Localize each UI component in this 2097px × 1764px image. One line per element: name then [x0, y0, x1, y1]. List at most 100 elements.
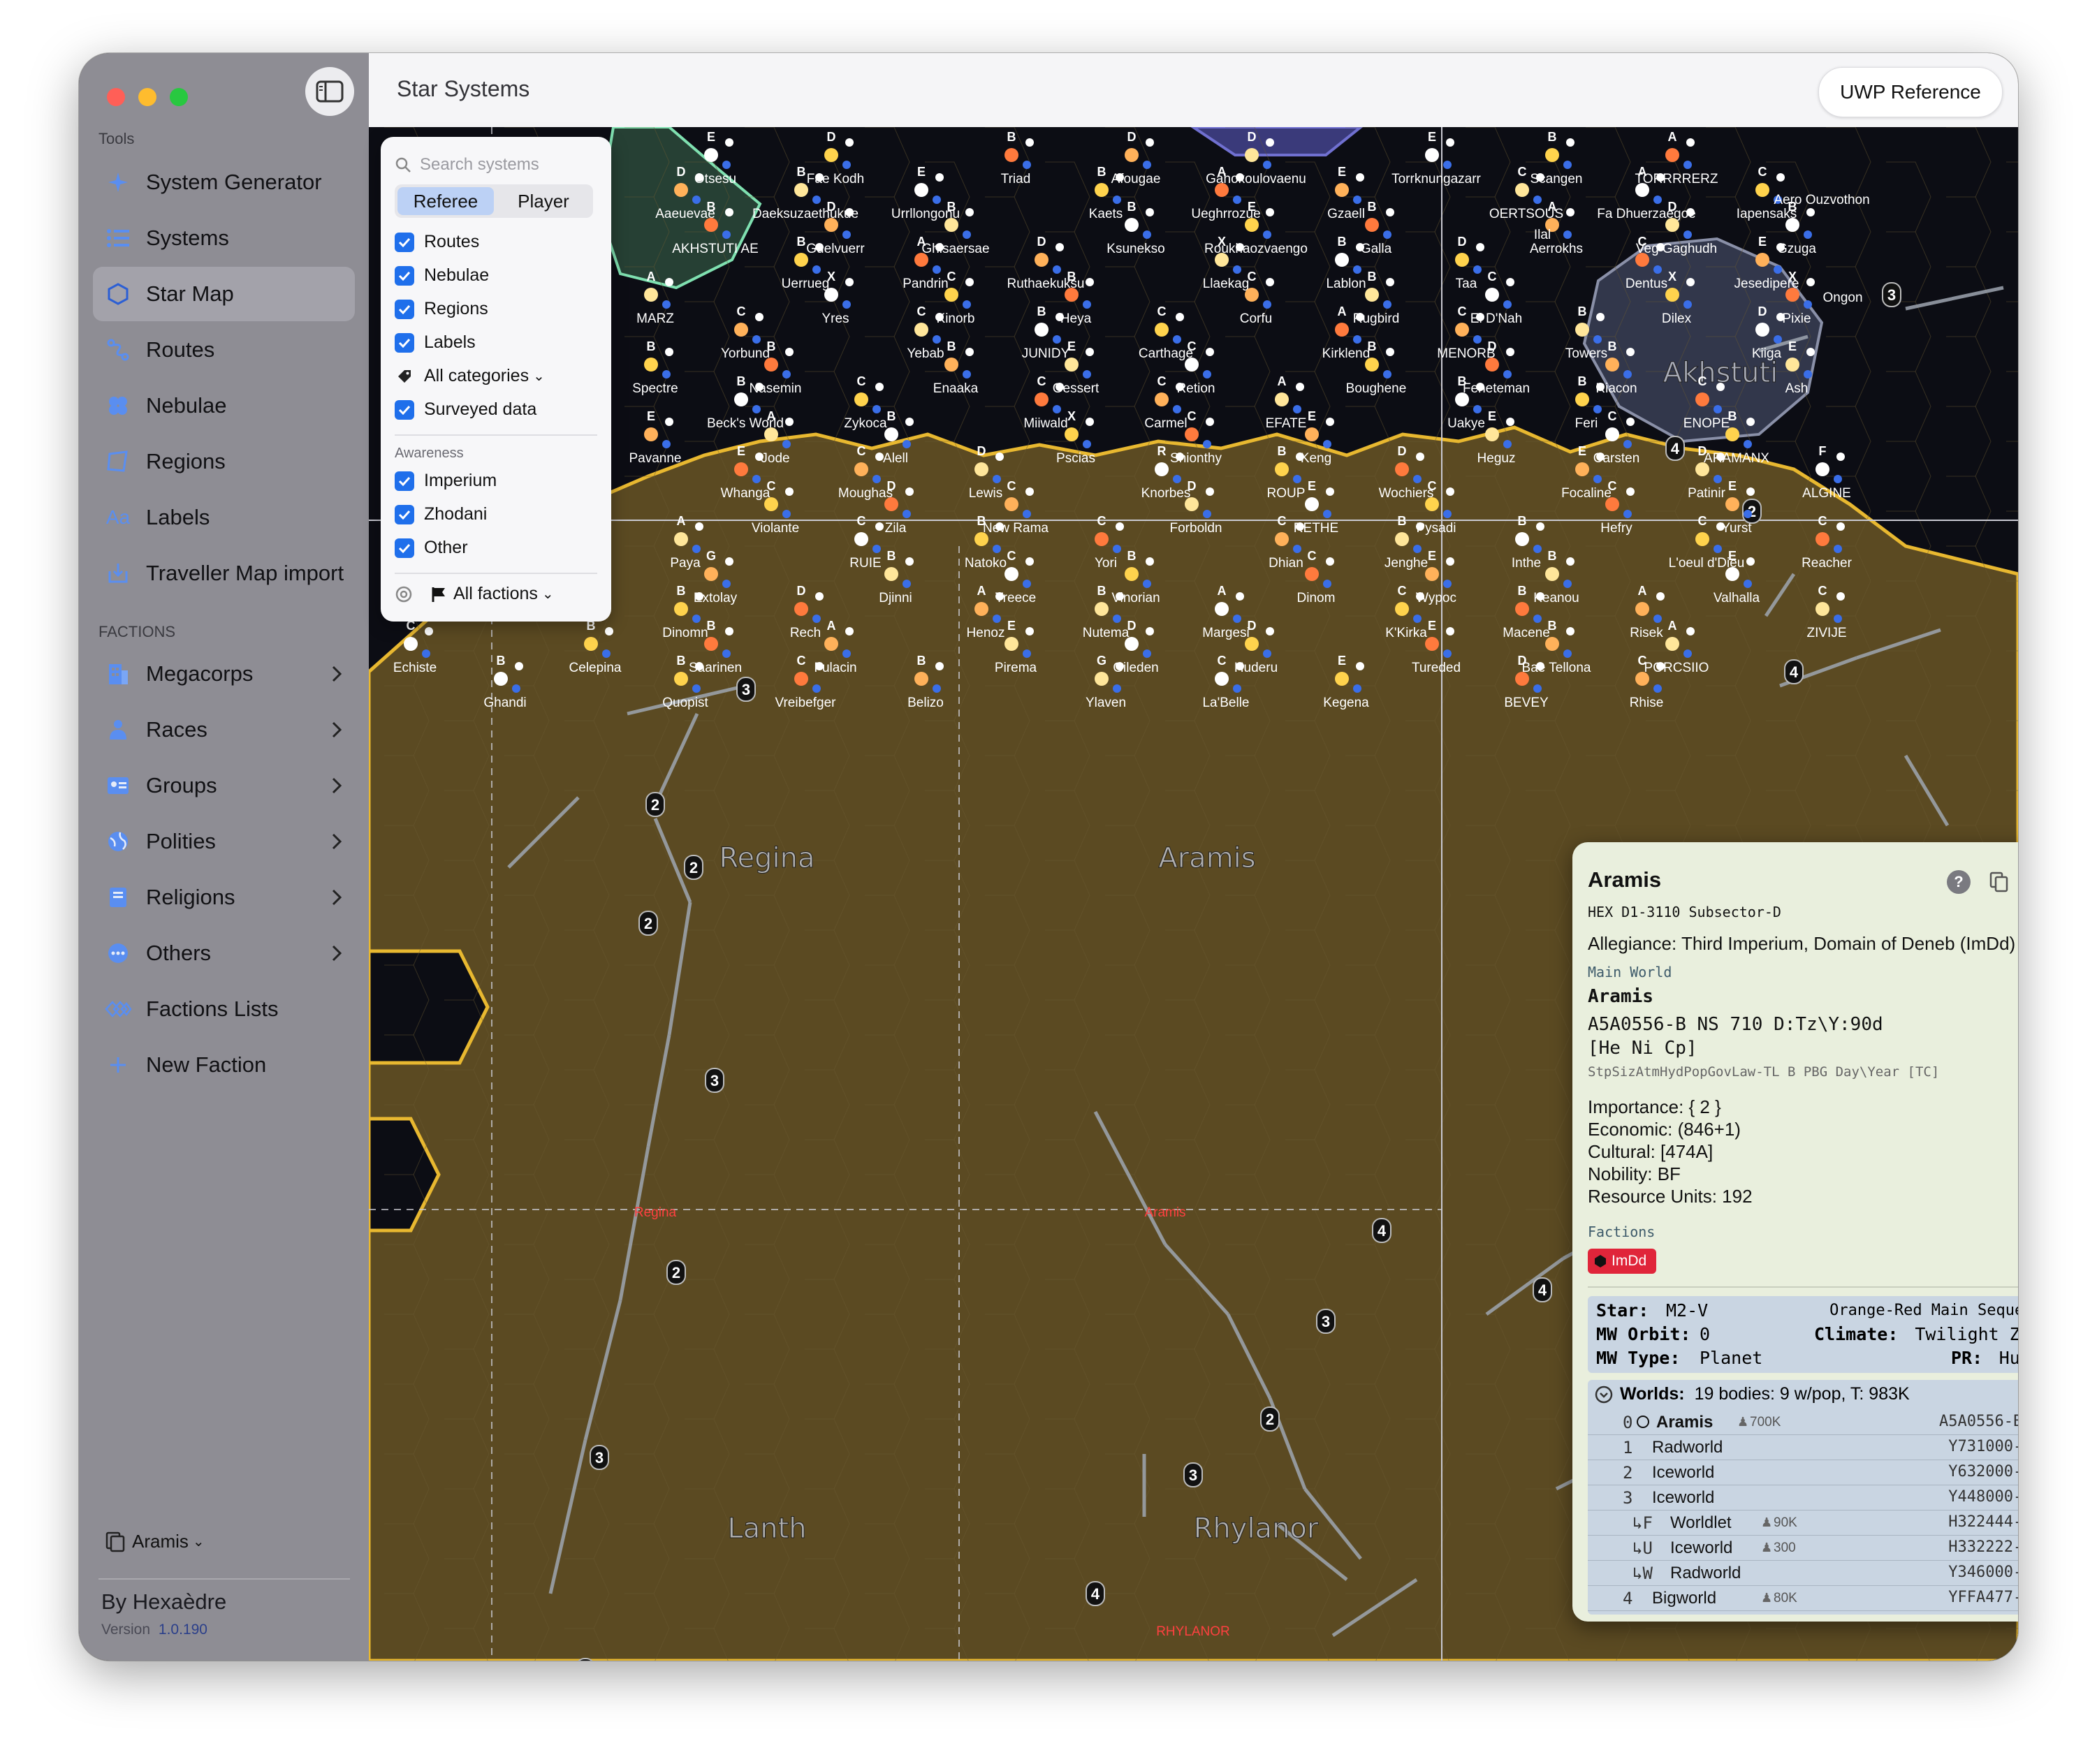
system-name[interactable]: Patinir	[1688, 486, 1726, 501]
system-name[interactable]: Aero Ouzvothon	[1774, 193, 1869, 207]
system-name[interactable]: Jenghe	[1384, 556, 1428, 571]
system-name[interactable]: JUNIDY	[1022, 346, 1070, 361]
star-system-marker[interactable]	[1215, 253, 1229, 267]
system-name[interactable]: Guelvuerr	[806, 242, 865, 256]
star-system-marker[interactable]	[1125, 637, 1139, 651]
star-system-marker[interactable]	[1395, 532, 1409, 546]
star-system-marker[interactable]	[1125, 567, 1139, 581]
system-name[interactable]: Yebab	[907, 346, 944, 361]
star-system-marker[interactable]	[1515, 183, 1529, 197]
star-system-marker[interactable]	[1605, 358, 1619, 372]
star-system-marker[interactable]	[794, 253, 808, 267]
system-name[interactable]: Pavanne	[629, 451, 681, 466]
system-name[interactable]: Uakye	[1447, 416, 1485, 431]
star-system-marker[interactable]	[974, 602, 988, 616]
star-system-marker[interactable]	[1665, 148, 1679, 162]
system-name[interactable]: Heya	[1060, 311, 1092, 326]
system-name[interactable]: Forboldn	[1170, 521, 1222, 536]
minimize-window-button[interactable]	[138, 88, 156, 106]
star-system-marker[interactable]	[1665, 288, 1679, 302]
star-system-marker[interactable]	[1185, 358, 1199, 372]
star-system-marker[interactable]	[1635, 672, 1649, 686]
star-system-marker[interactable]	[1665, 218, 1679, 232]
star-system-marker[interactable]	[1605, 497, 1619, 511]
system-name[interactable]: Corfu	[1240, 311, 1272, 326]
star-system-marker[interactable]	[1065, 427, 1079, 441]
star-system-marker[interactable]	[854, 532, 868, 546]
star-system-marker[interactable]	[824, 218, 838, 232]
system-name[interactable]: Triad	[1001, 172, 1031, 186]
system-name[interactable]: ZIVIJE	[1806, 626, 1846, 640]
star-system-marker[interactable]	[1425, 637, 1439, 651]
system-name[interactable]: Lewis	[969, 486, 1003, 501]
system-name[interactable]: Ylaven	[1086, 696, 1126, 710]
system-name[interactable]: Feneteman	[1463, 381, 1530, 396]
system-name[interactable]: Pscias	[1056, 451, 1095, 466]
star-system-marker[interactable]	[884, 427, 898, 441]
star-system-marker[interactable]	[1545, 148, 1559, 162]
system-name[interactable]: Kirklend	[1322, 346, 1371, 361]
system-name[interactable]: Vreibefger	[775, 696, 837, 710]
star-system-marker[interactable]	[1275, 532, 1289, 546]
zhodani-checkbox[interactable]: Zhodani	[395, 504, 487, 524]
system-name[interactable]: ARAMANX	[1704, 451, 1769, 466]
copy-button[interactable]	[1987, 870, 2011, 894]
star-system-marker[interactable]	[1365, 218, 1379, 232]
surveyed-checkbox[interactable]: Surveyed data	[395, 399, 536, 420]
system-name[interactable]: New Rama	[983, 521, 1048, 536]
sidebar-item-labels[interactable]: Aa Labels	[93, 490, 355, 545]
star-system-marker[interactable]	[1335, 672, 1349, 686]
star-system-marker[interactable]	[1035, 253, 1048, 267]
system-name[interactable]: Wochiers	[1379, 486, 1434, 501]
star-system-marker[interactable]	[1605, 427, 1619, 441]
system-name[interactable]: Moughas	[838, 486, 893, 501]
system-name[interactable]: Rhise	[1630, 696, 1664, 710]
system-name[interactable]: Fae Kodh	[807, 172, 864, 186]
system-name[interactable]: Inthe	[1512, 556, 1541, 571]
system-name[interactable]: Hefry	[1600, 521, 1632, 536]
star-system-marker[interactable]	[1215, 183, 1229, 197]
sidebar-item-factions-lists[interactable]: Factions Lists	[93, 982, 355, 1036]
star-system-marker[interactable]	[1575, 462, 1589, 476]
star-system-marker[interactable]	[1785, 288, 1799, 302]
nebulae-checkbox[interactable]: Nebulae	[395, 265, 489, 286]
system-name[interactable]: Yres	[821, 311, 849, 326]
world-row[interactable]: ↳U Iceworld ♟300 H332222-6 —	[1588, 1535, 2018, 1561]
system-name[interactable]: Kegena	[1323, 696, 1369, 710]
star-system-marker[interactable]	[1695, 462, 1709, 476]
system-name[interactable]: Celepina	[569, 661, 622, 675]
star-system-marker[interactable]	[1155, 392, 1169, 406]
sidebar-item-system-generator[interactable]: System Generator	[93, 155, 355, 210]
system-name[interactable]: Llaekag	[1203, 277, 1250, 291]
system-name[interactable]: Jode	[761, 451, 789, 466]
star-system-marker[interactable]	[1425, 567, 1439, 581]
world-row[interactable]: ↳W Radworld Y346000-0 —	[1588, 1560, 2018, 1586]
system-name[interactable]: Yorbund	[721, 346, 770, 361]
star-system-marker[interactable]	[644, 358, 658, 372]
system-name[interactable]: Yori	[1095, 556, 1117, 571]
system-name[interactable]: Lablon	[1326, 277, 1366, 291]
system-name[interactable]: Dentus	[1625, 277, 1667, 291]
system-name[interactable]: Ilal	[1534, 228, 1551, 242]
sector-select[interactable]: Aramis ⌄	[105, 1531, 205, 1552]
regions-checkbox[interactable]: Regions	[395, 299, 488, 319]
star-system-marker[interactable]	[1815, 602, 1829, 616]
star-system-marker[interactable]	[1455, 253, 1469, 267]
star-system-marker[interactable]	[824, 148, 838, 162]
system-name[interactable]: Violante	[752, 521, 799, 536]
system-name[interactable]: Quopist	[662, 696, 708, 710]
star-system-marker[interactable]	[1095, 183, 1109, 197]
star-system-marker[interactable]	[674, 672, 688, 686]
help-button[interactable]: ?	[1947, 870, 1971, 894]
system-name[interactable]: Spectre	[632, 381, 678, 396]
star-system-marker[interactable]	[1305, 497, 1319, 511]
star-system-marker[interactable]	[1095, 672, 1109, 686]
zoom-window-button[interactable]	[170, 88, 188, 106]
star-system-marker[interactable]	[1545, 637, 1559, 651]
star-system-marker[interactable]	[794, 672, 808, 686]
star-system-marker[interactable]	[1245, 637, 1259, 651]
star-system-marker[interactable]	[1215, 602, 1229, 616]
system-name[interactable]: Echiste	[393, 661, 437, 675]
star-system-marker[interactable]	[674, 532, 688, 546]
system-name[interactable]: Aerrokhs	[1530, 242, 1583, 256]
